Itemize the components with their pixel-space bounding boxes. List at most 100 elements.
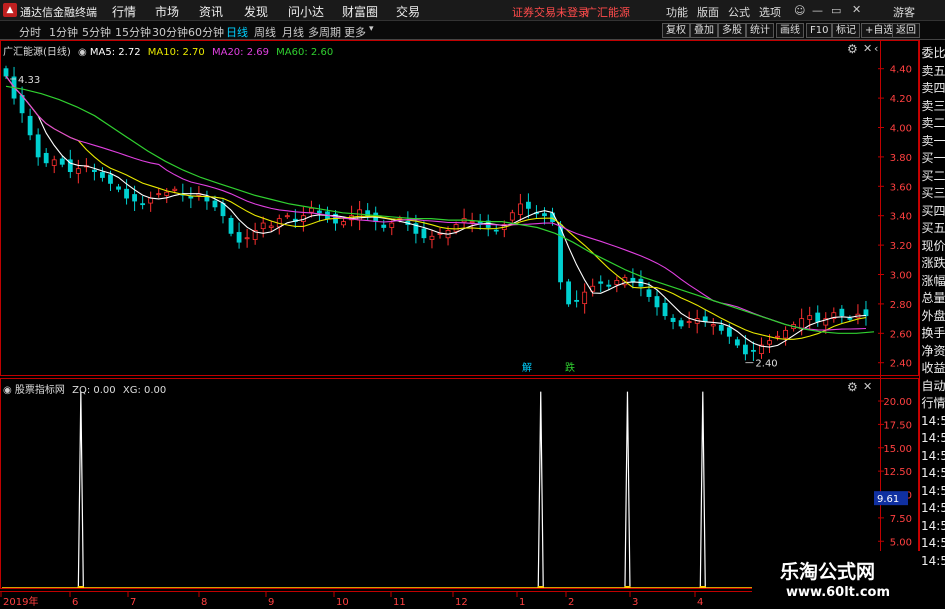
chevron-left-icon[interactable]: ‹	[874, 42, 878, 55]
candle-body[interactable]	[767, 340, 772, 345]
period-multi[interactable]: 多周期	[308, 24, 341, 40]
menu-quotes[interactable]: 行情	[112, 3, 136, 20]
legend-toggle-icon[interactable]: ◉	[78, 47, 87, 58]
candle-body[interactable]	[493, 229, 499, 232]
candle-body[interactable]	[236, 232, 242, 243]
candle-body[interactable]	[59, 158, 65, 165]
candle-body[interactable]	[268, 225, 274, 228]
right-tab-21[interactable]: 14:50	[921, 413, 945, 430]
right-tab-26[interactable]: 14:50	[921, 500, 945, 517]
candle-body[interactable]	[172, 188, 178, 191]
maximize-icon[interactable]: ▭	[831, 4, 841, 17]
candle-body[interactable]	[3, 68, 9, 77]
candle-body[interactable]	[807, 315, 813, 320]
adjust-button[interactable]: 复权	[662, 23, 690, 38]
candle-body[interactable]	[220, 202, 226, 217]
candle-body[interactable]	[662, 302, 668, 317]
candle-body[interactable]	[43, 152, 49, 164]
candle-body[interactable]	[429, 235, 435, 240]
right-tab-12[interactable]: 涨跌	[921, 255, 945, 272]
right-tab-2[interactable]: 卖四	[921, 80, 945, 97]
right-tab-27[interactable]: 14:50	[921, 518, 945, 535]
menu-wealth-circle[interactable]: 财富圈	[342, 3, 378, 20]
candle-body[interactable]	[453, 224, 459, 232]
candle-body[interactable]	[566, 281, 571, 305]
candle-body[interactable]	[598, 281, 604, 284]
right-tab-3[interactable]: 卖三	[921, 98, 945, 115]
right-tab-28[interactable]: 14:50	[921, 535, 945, 552]
statistics-button[interactable]: 统计	[746, 23, 774, 38]
candle-body[interactable]	[228, 217, 234, 234]
right-tab-1[interactable]: 卖五	[921, 63, 945, 80]
period-60min[interactable]: 60分钟	[188, 24, 224, 40]
candle-body[interactable]	[309, 207, 314, 213]
candle-body[interactable]	[421, 228, 427, 239]
candle-body[interactable]	[517, 203, 523, 215]
candle-body[interactable]	[678, 320, 684, 327]
right-tab-9[interactable]: 买四	[921, 203, 945, 220]
menu-ask[interactable]: 问小达	[288, 3, 324, 20]
right-tab-24[interactable]: 14:50	[921, 465, 945, 482]
menu-options[interactable]: 选项	[759, 4, 781, 20]
candle-body[interactable]	[108, 174, 113, 184]
candle-body[interactable]	[100, 172, 105, 178]
period-30min[interactable]: 30分钟	[152, 24, 188, 40]
menu-discover[interactable]: 发现	[244, 3, 268, 20]
period-15min[interactable]: 15分钟	[115, 24, 151, 40]
menu-news[interactable]: 资讯	[199, 3, 223, 20]
candle-body[interactable]	[116, 186, 121, 190]
right-tab-20[interactable]: 行情	[921, 395, 945, 412]
period-monthly[interactable]: 月线	[282, 24, 304, 40]
right-tab-6[interactable]: 买一	[921, 150, 945, 167]
candle-body[interactable]	[341, 221, 346, 226]
candle-body[interactable]	[317, 210, 322, 214]
candle-body[interactable]	[670, 317, 676, 322]
right-tab-22[interactable]: 14:50	[921, 430, 945, 447]
candle-body[interactable]	[710, 324, 716, 327]
candle-body[interactable]	[863, 309, 869, 317]
right-tab-16[interactable]: 换手	[921, 325, 945, 342]
candle-body[interactable]	[164, 191, 170, 196]
right-tab-29[interactable]: 14:50	[921, 553, 945, 570]
settings-gear-icon[interactable]: ⚙	[847, 42, 858, 56]
candle-body[interactable]	[244, 237, 250, 240]
multi-stock-button[interactable]: 多股	[718, 23, 746, 38]
candle-body[interactable]	[799, 318, 805, 330]
candle-body[interactable]	[751, 349, 756, 352]
candle-body[interactable]	[75, 168, 81, 174]
candle-body[interactable]	[686, 321, 692, 323]
candle-body[interactable]	[582, 291, 588, 305]
close-icon[interactable]: ✕	[852, 3, 861, 16]
event-label-drop[interactable]: 跌	[565, 361, 575, 374]
right-tab-11[interactable]: 现价	[921, 238, 945, 255]
overlay-button[interactable]: 叠加	[690, 23, 718, 38]
right-tab-7[interactable]: 买二	[921, 168, 945, 185]
candle-body[interactable]	[614, 279, 620, 285]
right-tab-19[interactable]: 自动	[921, 378, 945, 395]
candle-body[interactable]	[847, 317, 853, 320]
candle-body[interactable]	[148, 197, 154, 204]
candle-body[interactable]	[381, 224, 387, 228]
candle-body[interactable]	[132, 194, 137, 202]
candle-body[interactable]	[702, 316, 708, 322]
indicator-close-icon[interactable]: ✕	[863, 380, 872, 393]
candle-body[interactable]	[51, 159, 57, 166]
candle-body[interactable]	[654, 296, 660, 308]
period-daily[interactable]: 日线	[226, 24, 248, 40]
period-weekly[interactable]: 周线	[254, 24, 276, 40]
minimize-icon[interactable]: —	[812, 4, 823, 17]
mark-button[interactable]: 标记	[832, 23, 860, 38]
candle-body[interactable]	[606, 284, 612, 287]
candle-body[interactable]	[574, 299, 580, 302]
right-tab-8[interactable]: 买三	[921, 185, 945, 202]
candle-body[interactable]	[124, 188, 129, 199]
candle-body[interactable]	[630, 277, 636, 283]
indicator-settings-icon[interactable]: ⚙	[847, 380, 858, 394]
candle-body[interactable]	[509, 212, 515, 221]
right-tab-13[interactable]: 涨幅	[921, 273, 945, 290]
candle-body[interactable]	[526, 201, 531, 209]
candle-body[interactable]	[389, 222, 395, 228]
period-intraday[interactable]: 分时	[19, 24, 41, 40]
candle-body[interactable]	[743, 344, 748, 355]
indicator-toggle-icon[interactable]: ◉	[3, 385, 12, 396]
